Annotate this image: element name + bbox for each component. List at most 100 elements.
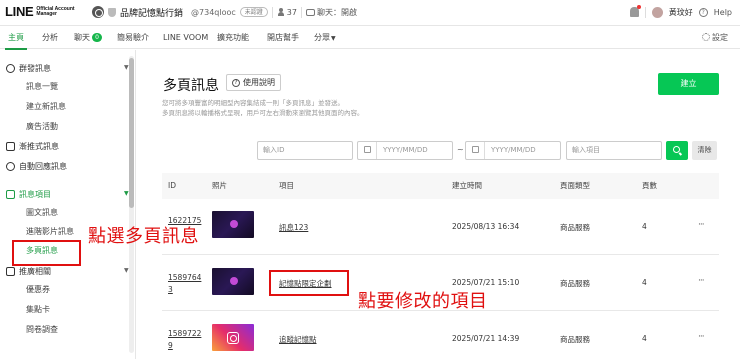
- friend-count: 37: [277, 8, 297, 17]
- sidebar-item-step-messages[interactable]: 漸推式訊息: [6, 139, 59, 153]
- tab-line-voom[interactable]: LINE VOOM: [163, 27, 208, 49]
- message-items-icon: [6, 189, 15, 199]
- sidebar-item-video-message[interactable]: 進階影片訊息: [26, 226, 74, 238]
- user-avatar[interactable]: [651, 6, 663, 18]
- sidebar-item-reward-card[interactable]: 集點卡: [26, 304, 50, 316]
- row-thumbnail: [212, 211, 254, 238]
- sidebar-item-new-message[interactable]: 建立新訊息: [26, 101, 66, 113]
- date-from-input[interactable]: YYYY/MM/DD: [357, 141, 453, 160]
- help-link[interactable]: Help: [714, 8, 732, 17]
- logo-subtitle: Official Account Manager: [36, 5, 75, 17]
- account-id: @734qlooc: [191, 7, 236, 17]
- column-header-photo: 照片: [212, 181, 227, 190]
- sidebar-group-broadcast[interactable]: 群發訊息: [6, 61, 51, 75]
- table-header: ID 照片 項目 建立時間 頁面類型 頁數: [162, 173, 719, 199]
- row-thumbnail: [212, 324, 254, 351]
- row-item-link[interactable]: 訊息123: [279, 222, 308, 233]
- account-switcher[interactable]: 品牌記憶點行銷 @734qlooc 未認證 37 聊天：開啟: [92, 5, 357, 19]
- sidebar-item-ad-campaign[interactable]: 廣告活動: [26, 121, 58, 133]
- create-button[interactable]: 建立: [658, 73, 719, 95]
- row-thumbnail: [212, 268, 254, 295]
- date-to-input[interactable]: YYYY/MM/DD: [465, 141, 561, 160]
- tab-shop-helper[interactable]: 開店幫手: [267, 27, 299, 49]
- account-plan-badge: 未認證: [239, 7, 268, 17]
- sidebar-group-promotion[interactable]: 推廣相關: [6, 264, 51, 278]
- page-description: 您可將多項豐富的明細型內容集結成一則「多頁訊息」並發送。 多頁訊息將以輪播格式呈…: [162, 99, 364, 117]
- tab-extensions[interactable]: 擴充功能: [217, 27, 249, 49]
- scrollbar-thumb[interactable]: [129, 58, 134, 208]
- column-header-page-type: 頁面類型: [560, 181, 590, 190]
- tab-profile[interactable]: 簡易驗介: [117, 27, 149, 49]
- promotion-icon: [6, 266, 15, 276]
- settings-link[interactable]: 設定: [702, 27, 728, 49]
- more-options-icon[interactable]: ···: [698, 276, 705, 286]
- chevron-down-icon[interactable]: ▼: [124, 64, 129, 71]
- broadcast-icon: [6, 63, 15, 73]
- chevron-down-icon[interactable]: ▼: [124, 190, 129, 197]
- column-header-id[interactable]: ID: [168, 173, 176, 199]
- notification-dot: [636, 5, 641, 9]
- more-options-icon[interactable]: ···: [698, 332, 705, 342]
- search-icon: [673, 146, 680, 153]
- divider: [271, 6, 273, 18]
- chat-status: 聊天：開啟: [305, 7, 357, 18]
- column-header-item[interactable]: 項目: [279, 173, 294, 199]
- row-id[interactable]: 1589722 9: [168, 328, 201, 352]
- friends-icon: [277, 8, 285, 16]
- item-name-filter-input[interactable]: 輸入項目: [566, 141, 662, 160]
- calendar-icon: [471, 146, 479, 153]
- row-page-count: 4: [642, 334, 647, 343]
- sidebar-item-message-list[interactable]: 訊息一覽: [26, 81, 58, 93]
- account-name: 品牌記憶點行銷: [120, 8, 184, 19]
- user-name[interactable]: 黃玟好: [669, 7, 693, 18]
- date-range-separator: ~: [457, 145, 464, 154]
- column-header-created[interactable]: 建立時間: [452, 173, 482, 199]
- column-header-page-count: 頁數: [642, 181, 657, 190]
- notification-bell-icon[interactable]: [629, 5, 641, 17]
- chat-badge: 0: [92, 33, 102, 42]
- sidebar-scrollbar[interactable]: [129, 56, 134, 353]
- sidebar-item-rich-message[interactable]: 圖文訊息: [26, 207, 58, 219]
- row-created-time: 2025/07/21 14:39: [452, 334, 520, 343]
- auto-reply-icon: [6, 161, 15, 171]
- tab-analytics[interactable]: 分析: [42, 27, 58, 49]
- row-divider: [162, 254, 719, 255]
- divider: [644, 6, 646, 18]
- search-button[interactable]: [666, 141, 688, 160]
- row-created-time: 2025/08/13 16:34: [452, 222, 520, 231]
- main-nav: 主頁 分析 聊天 0 簡易驗介 LINE VOOM 擴充功能 開店幫手 分眾▼ 設…: [0, 27, 740, 50]
- more-options-icon[interactable]: ···: [698, 220, 705, 230]
- shield-icon: [108, 7, 116, 17]
- tab-home[interactable]: 主頁: [5, 27, 27, 50]
- row-page-type: 商品服務: [560, 335, 590, 344]
- tab-chat[interactable]: 聊天 0: [74, 27, 102, 49]
- row-created-time: 2025/07/21 15:10: [452, 278, 520, 287]
- id-filter-input[interactable]: 輸入ID: [257, 141, 353, 160]
- row-page-type: 商品服務: [560, 223, 590, 232]
- header-tools: 黃玟好 ? Help: [629, 5, 732, 19]
- logo-wordmark: LINE: [5, 4, 34, 19]
- annotation-edit-item: 點要修改的項目: [358, 291, 488, 312]
- sidebar-group-message-items[interactable]: 訊息項目: [6, 187, 51, 201]
- sidebar-item-survey[interactable]: 問卷調查: [26, 324, 58, 336]
- sidebar-item-coupon[interactable]: 優惠券: [26, 284, 50, 296]
- chevron-down-icon: ▼: [331, 35, 336, 42]
- usage-guide-button[interactable]: ? 使用說明: [226, 74, 281, 91]
- chevron-down-icon[interactable]: ▼: [124, 267, 129, 274]
- account-avatar: [92, 6, 104, 18]
- page-title: 多頁訊息: [163, 78, 219, 94]
- step-message-icon: [6, 141, 15, 151]
- top-bar: LINE Official Account Manager 品牌記憶點行銷 @73…: [0, 0, 740, 26]
- divider: [300, 6, 302, 18]
- help-icon[interactable]: ?: [698, 7, 708, 17]
- gear-icon: [702, 33, 710, 41]
- sidebar-item-auto-reply[interactable]: 自動回應訊息: [6, 159, 67, 173]
- annotation-box-item: [269, 270, 349, 296]
- row-item-link[interactable]: 追蹤記憶點: [279, 334, 317, 345]
- chat-icon: [305, 8, 315, 16]
- row-id[interactable]: 1589764 3: [168, 272, 201, 296]
- line-oa-logo[interactable]: LINE Official Account Manager: [5, 4, 75, 19]
- tab-segments[interactable]: 分眾▼: [314, 27, 336, 49]
- clear-button[interactable]: 清除: [692, 141, 717, 160]
- row-page-count: 4: [642, 278, 647, 287]
